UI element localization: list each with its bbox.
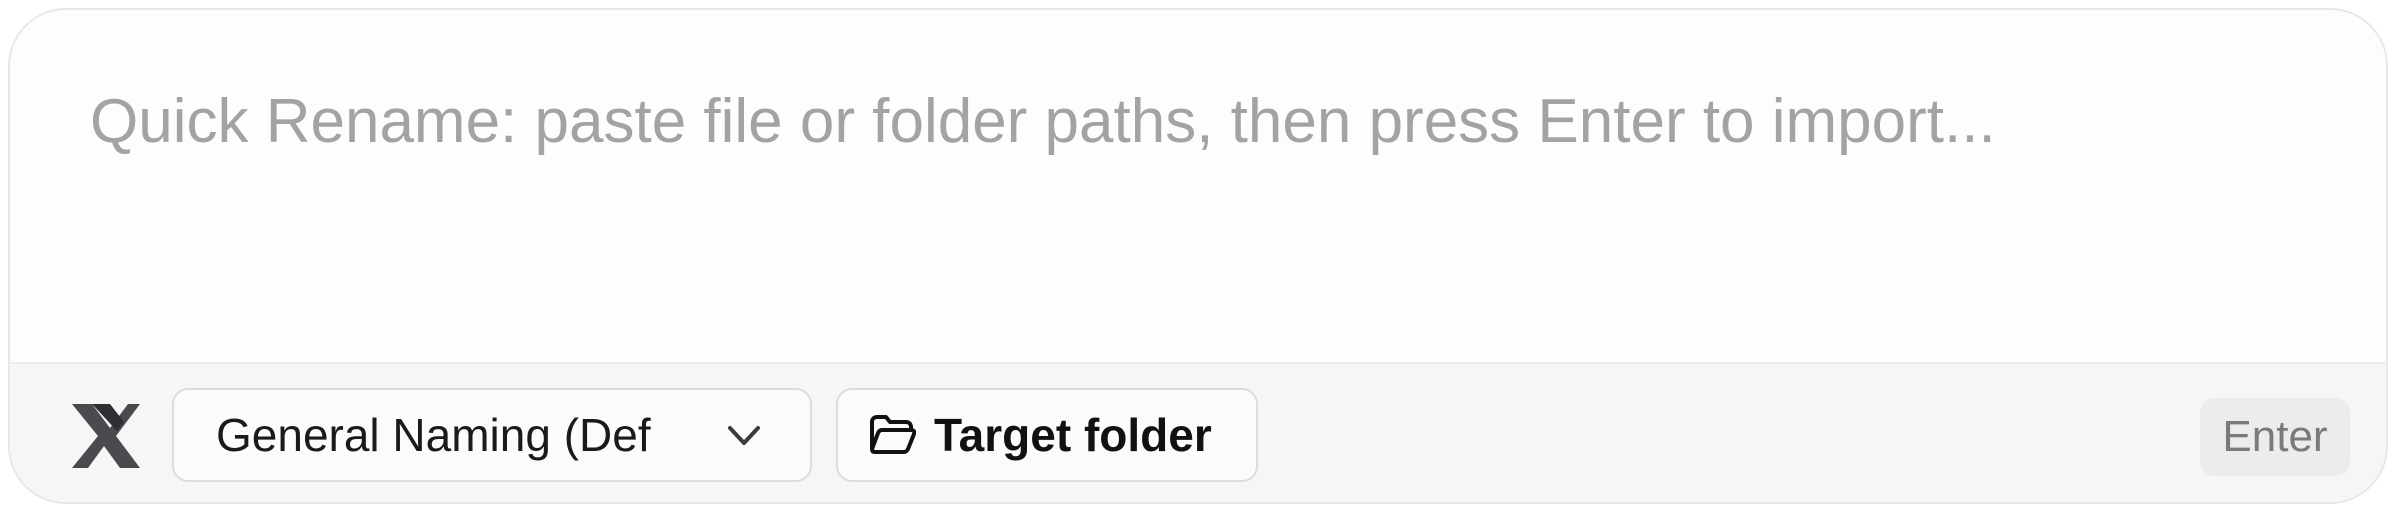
chevron-down-icon: [728, 426, 760, 445]
quick-rename-input[interactable]: [90, 76, 2330, 166]
prompt-area[interactable]: [10, 10, 2386, 362]
panel-footer: General Naming (Def Target folder Enter: [10, 362, 2386, 502]
x-logo-icon: [72, 404, 140, 468]
naming-template-select[interactable]: General Naming (Def: [172, 388, 812, 482]
target-folder-button[interactable]: Target folder: [836, 388, 1258, 482]
enter-key-hint: Enter: [2200, 398, 2350, 476]
target-folder-label: Target folder: [934, 409, 1212, 461]
naming-template-label: General Naming (Def: [216, 409, 651, 461]
quick-rename-panel: General Naming (Def Target folder Enter: [8, 8, 2388, 504]
folder-open-icon: [870, 415, 916, 454]
